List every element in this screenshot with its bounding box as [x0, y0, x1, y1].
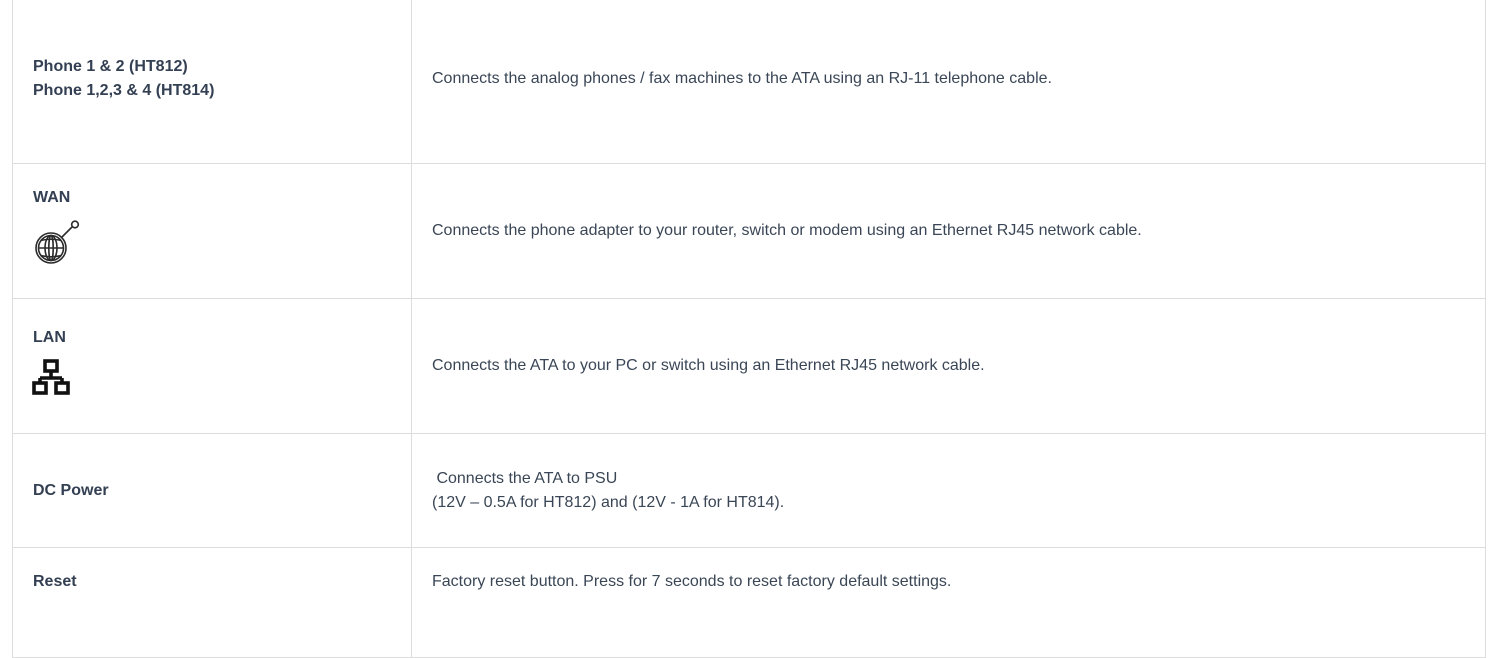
port-label-phone-ht812: Phone 1 & 2 (HT812): [33, 58, 188, 75]
port-description-cell: Factory reset button. Press for 7 second…: [411, 547, 1486, 658]
port-label-lan: LAN: [33, 329, 66, 346]
table-row-phone: Phone 1 & 2 (HT812) Phone 1,2,3 & 4 (HT8…: [12, 0, 1486, 164]
table-row-reset: Reset Factory reset button. Press for 7 …: [12, 547, 1486, 658]
port-description-table: Phone 1 & 2 (HT812) Phone 1,2,3 & 4 (HT8…: [12, 0, 1486, 658]
port-description-lan: Connects the ATA to your PC or switch us…: [432, 357, 985, 374]
port-label-cell: DC Power: [12, 433, 412, 548]
port-label-dc-power: DC Power: [33, 481, 109, 499]
globe-network-icon: [31, 218, 411, 276]
port-label-cell: Reset: [12, 547, 412, 658]
port-description-cell: Connects the ATA to your PC or switch us…: [411, 298, 1486, 434]
port-description-reset: Factory reset button. Press for 7 second…: [432, 573, 952, 590]
port-description-cell: Connects the analog phones / fax machine…: [411, 0, 1486, 164]
port-description-dc-power-line-1: Connects the ATA to PSU: [432, 469, 618, 487]
port-label-cell: LAN: [12, 298, 412, 434]
port-label-phone-ht814: Phone 1,2,3 & 4 (HT814): [33, 82, 215, 99]
port-label-cell: Phone 1 & 2 (HT812) Phone 1,2,3 & 4 (HT8…: [12, 0, 412, 164]
port-description-wan: Connects the phone adapter to your route…: [432, 222, 1142, 239]
port-description-cell: Connects the ATA to PSU (12V – 0.5A for …: [411, 433, 1486, 548]
port-label-reset: Reset: [33, 573, 77, 590]
port-label-cell: WAN: [12, 163, 412, 299]
port-label-wan: WAN: [33, 189, 71, 206]
port-description-cell: Connects the phone adapter to your route…: [411, 163, 1486, 299]
port-description-phone: Connects the analog phones / fax machine…: [432, 70, 1052, 87]
table-row-dc-power: DC Power Connects the ATA to PSU (12V – …: [12, 433, 1486, 548]
lan-network-icon: [31, 358, 411, 406]
table-row-lan: LAN Connects the ATA to your PC or switc…: [12, 298, 1486, 434]
port-description-dc-power-line-2: (12V – 0.5A for HT812) and (12V - 1A for…: [432, 493, 785, 511]
table-row-wan: WAN Connects the phone adapter to your r…: [12, 163, 1486, 299]
